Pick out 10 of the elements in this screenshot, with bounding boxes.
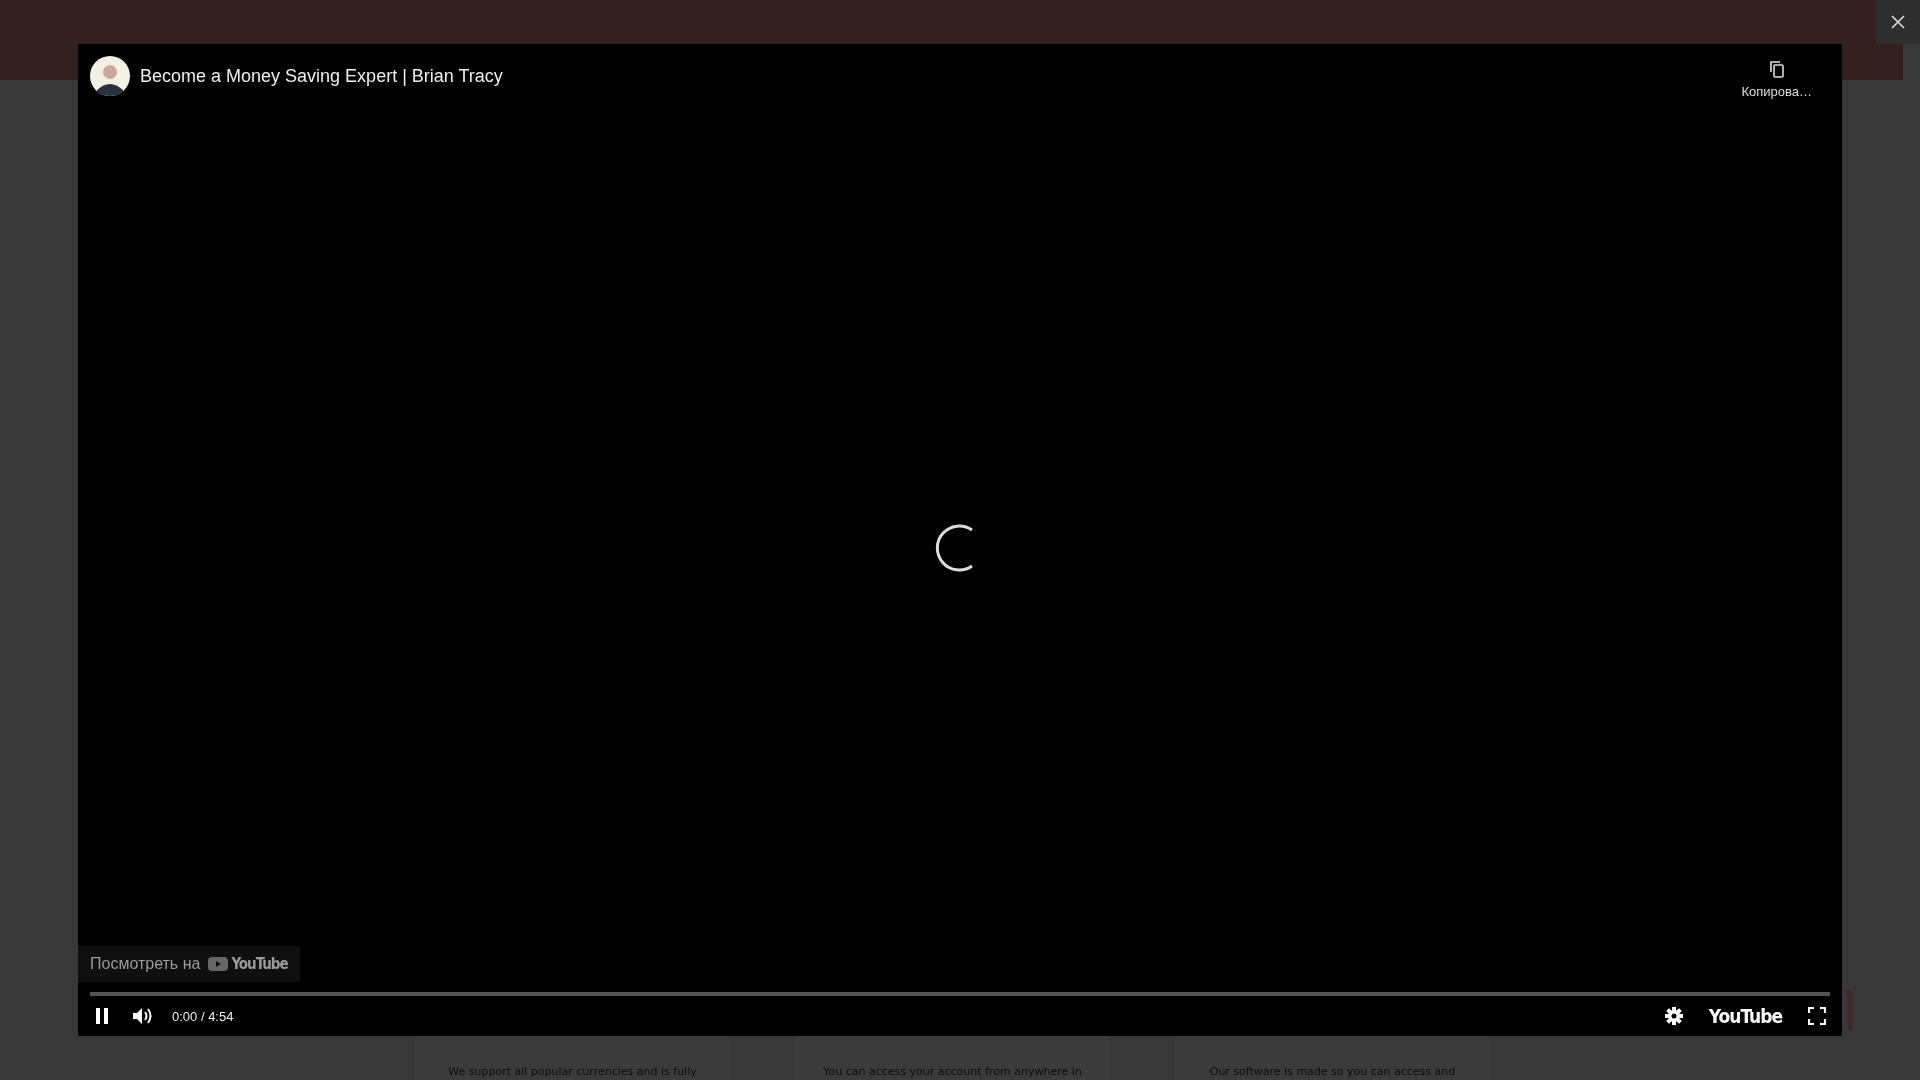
- copy-icon: [1768, 60, 1785, 78]
- close-icon: [1891, 15, 1905, 29]
- close-button[interactable]: [1876, 0, 1920, 44]
- time-display: 0:00 / 4:54: [172, 1008, 234, 1024]
- video-title[interactable]: Become a Money Saving Expert | Brian Tracy: [140, 65, 503, 87]
- copy-link-button[interactable]: Копирова…: [1735, 56, 1818, 103]
- avatar-icon[interactable]: [90, 56, 130, 96]
- play-logo-icon: [208, 957, 229, 971]
- youtube-button[interactable]: YouTube: [1700, 1005, 1790, 1027]
- watch-on-youtube-button[interactable]: Посмотреть на YouTube: [78, 946, 300, 982]
